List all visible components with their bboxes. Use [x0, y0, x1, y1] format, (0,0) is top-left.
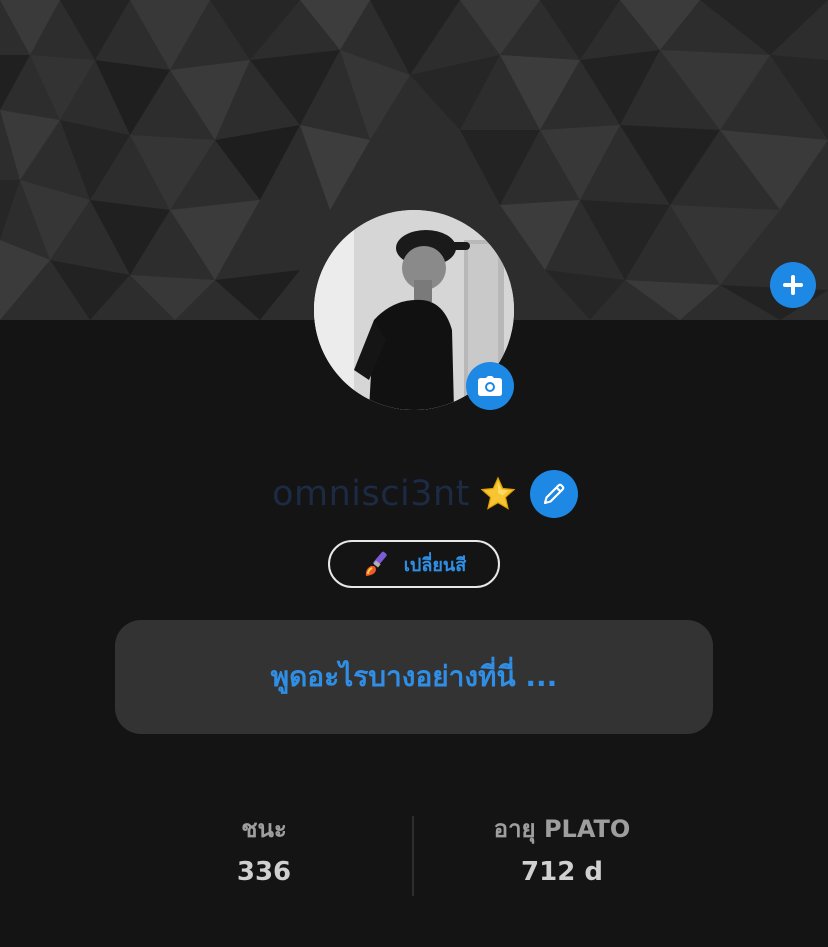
pencil-icon: [543, 483, 565, 505]
stat-wins: ชนะ 336: [164, 812, 364, 892]
status-placeholder: พูดอะไรบางอย่างที่นี่ ...: [270, 660, 558, 693]
username: omnisci3nt: [272, 474, 470, 514]
camera-icon: [478, 376, 502, 396]
profile-page: omnisci3nt เปลี่ยนสี พูดอะไรบางอย่างที่น…: [0, 0, 828, 947]
change-color-label: เปลี่ยนสี: [403, 554, 467, 576]
stat-plato-age: อายุ PLATO 712 d: [462, 812, 662, 892]
age-value: 712 d: [521, 857, 603, 887]
username-row: omnisci3nt: [0, 466, 828, 522]
stats-section: ชนะ 336 อายุ PLATO 712 d: [0, 812, 828, 902]
add-button[interactable]: [770, 262, 816, 308]
edit-username-button[interactable]: [529, 470, 578, 518]
age-label: อายุ PLATO: [493, 815, 631, 843]
wins-label: ชนะ: [241, 815, 287, 843]
paintbrush-icon: [365, 551, 387, 576]
wins-value: 336: [236, 857, 292, 887]
status-input[interactable]: พูดอะไรบางอย่างที่นี่ ...: [115, 620, 713, 734]
star-icon: [480, 476, 516, 512]
stats-divider: [412, 816, 414, 896]
plus-icon: [783, 275, 803, 295]
change-avatar-button[interactable]: [466, 362, 514, 410]
change-color-button[interactable]: เปลี่ยนสี: [328, 540, 500, 588]
